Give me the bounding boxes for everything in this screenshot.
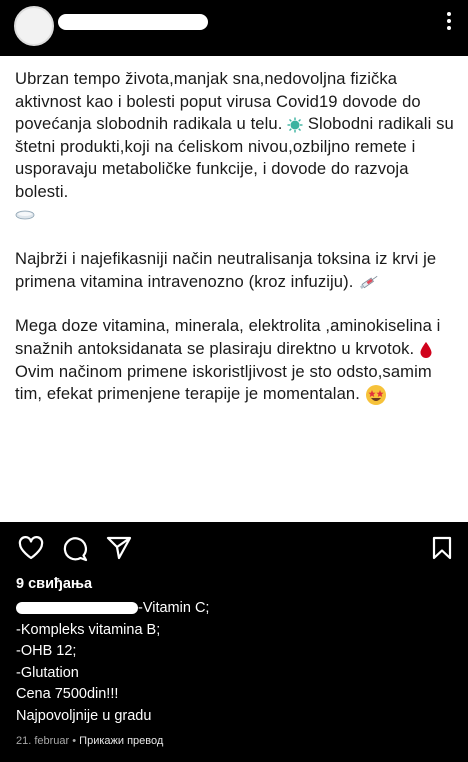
comment-icon[interactable] <box>62 536 88 562</box>
pill-icon <box>15 210 35 220</box>
caption-line-text: -Vitamin C; <box>138 600 210 616</box>
caption-line: -OHB 12; <box>16 643 77 659</box>
post-header <box>0 0 468 56</box>
share-icon[interactable] <box>106 536 132 560</box>
caption-line: -Kompleks vitamina B; <box>16 621 161 638</box>
action-bar <box>0 522 468 572</box>
caption-line: -Glutation <box>16 664 79 681</box>
avatar[interactable] <box>14 6 54 46</box>
paragraph-1: Ubrzan tempo života,manjak sna,nedovoljn… <box>15 68 460 226</box>
caption-line: Cena 7500din!!! <box>16 686 119 702</box>
save-bookmark-icon[interactable] <box>432 536 452 560</box>
likes-count[interactable]: 9 свиђања <box>16 576 92 592</box>
post-date: 21. februar <box>16 735 70 747</box>
caption: -Vitamin C; -Kompleks vitamina B; -OHB 1… <box>16 598 456 727</box>
caption-line: -Vitamin C; <box>16 598 456 620</box>
post-image[interactable]: Ubrzan tempo života,manjak sna,nedovoljn… <box>0 56 468 522</box>
username-redacted[interactable] <box>58 14 208 30</box>
caption-line: Najpovoljnije u gradu <box>16 707 152 724</box>
like-heart-icon[interactable] <box>18 536 44 560</box>
blood-drop-icon <box>420 341 432 358</box>
paragraph-4-text: Mega doze vitamina, minerala, elektrolit… <box>15 316 441 358</box>
mention-redacted[interactable] <box>16 602 138 615</box>
more-options-icon[interactable] <box>446 12 452 34</box>
syringe-icon <box>360 276 378 290</box>
post-text: Ubrzan tempo života,manjak sna,nedovoljn… <box>15 68 460 428</box>
meta-separator: • <box>69 735 80 747</box>
star-struck-icon <box>365 384 386 405</box>
paragraph-4: Mega doze vitamina, minerala, elektrolit… <box>15 315 460 405</box>
virus-icon <box>287 117 303 133</box>
post-meta: 21. februar • Прикажи превод <box>16 735 163 747</box>
translate-link[interactable]: Прикажи превод <box>79 735 163 747</box>
paragraph-3: Najbrži i najefikasniji način neutralisa… <box>15 248 460 293</box>
